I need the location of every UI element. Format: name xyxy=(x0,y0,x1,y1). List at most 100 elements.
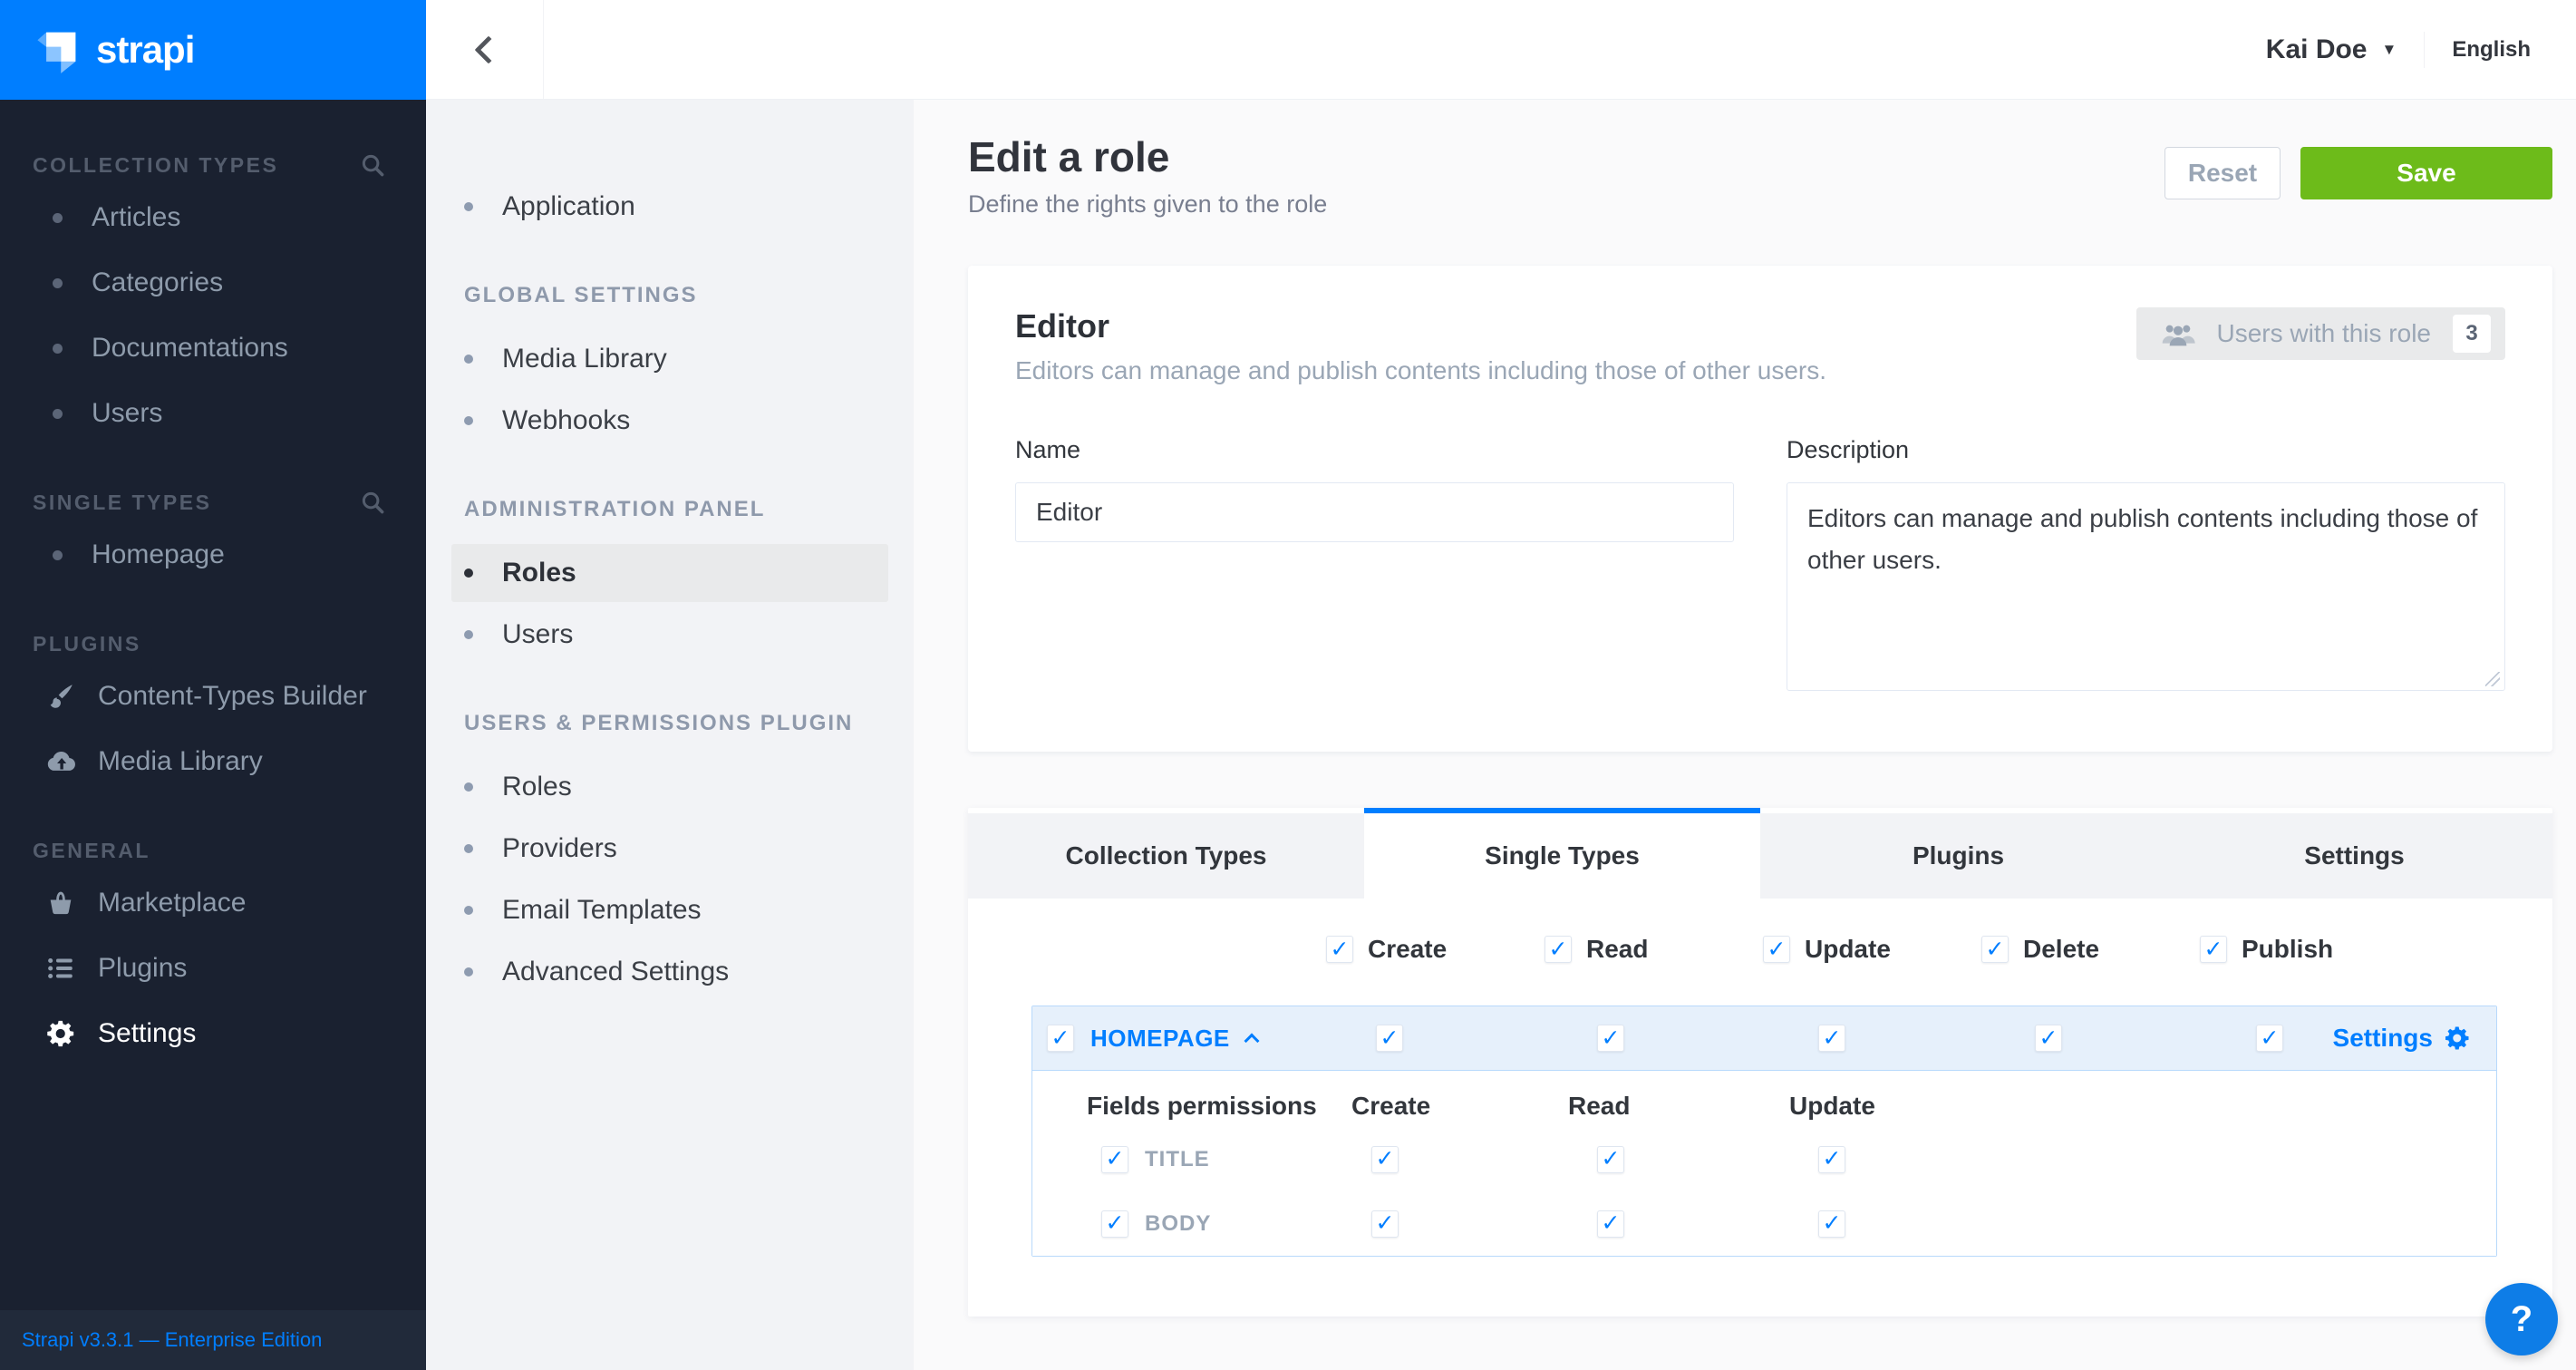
fields-table-header: Fields permissions Create Read Update xyxy=(1032,1085,2496,1127)
brand-name: strapi xyxy=(96,28,194,72)
strapi-logo-icon xyxy=(33,24,83,75)
description-textarea[interactable]: Editors can manage and publish contents … xyxy=(1787,482,2505,691)
settings-item-application[interactable]: Application xyxy=(451,178,888,236)
settings-item-roles[interactable]: Roles xyxy=(451,544,888,602)
chevron-up-icon[interactable] xyxy=(1244,1034,1259,1049)
homepage-create-checkbox[interactable] xyxy=(1376,1025,1403,1052)
sidebar-item-content-types-builder[interactable]: Content-Types Builder xyxy=(0,664,426,729)
homepage-read-checkbox[interactable] xyxy=(1597,1025,1624,1052)
sidebar-item-users[interactable]: Users xyxy=(0,381,426,446)
settings-item-label: Application xyxy=(502,191,635,222)
bullet-icon xyxy=(53,278,63,288)
sidebar-item-plugins[interactable]: Plugins xyxy=(0,936,426,1001)
update-header: Update xyxy=(1789,1092,1875,1121)
settings-item-up-roles[interactable]: Roles xyxy=(451,758,888,816)
gear-icon xyxy=(2444,1025,2471,1052)
cloud-upload-icon xyxy=(45,746,76,777)
title-update-checkbox[interactable] xyxy=(1818,1146,1845,1173)
update-checkbox[interactable] xyxy=(1763,936,1790,963)
name-field-group: Name xyxy=(1015,436,1734,695)
nav-section-general: GENERAL Marketplace Plugins Settings xyxy=(0,831,426,1066)
name-input[interactable] xyxy=(1015,482,1734,542)
chevron-down-icon: ▼ xyxy=(2382,41,2397,59)
search-icon[interactable] xyxy=(359,489,386,516)
content-row: Application GLOBAL SETTINGS Media Librar… xyxy=(426,100,2576,1370)
body-read-checkbox[interactable] xyxy=(1597,1210,1624,1238)
user-menu[interactable]: Kai Doe ▼ xyxy=(2266,34,2397,65)
tab-plugins[interactable]: Plugins xyxy=(1760,813,2156,899)
section-title: COLLECTION TYPES xyxy=(33,153,278,178)
topbar: Kai Doe ▼ English xyxy=(426,0,2576,100)
settings-item-label: Users xyxy=(502,619,573,650)
body-update-checkbox[interactable] xyxy=(1818,1210,1845,1238)
settings-item-media-library[interactable]: Media Library xyxy=(451,330,888,388)
users-count-badge: 3 xyxy=(2453,315,2491,353)
title-create-checkbox[interactable] xyxy=(1371,1146,1399,1173)
checkbox-label: Delete xyxy=(2023,935,2099,964)
body-field-checkbox[interactable] xyxy=(1101,1210,1128,1238)
sidebar-item-articles[interactable]: Articles xyxy=(0,185,426,250)
sidebar-item-marketplace[interactable]: Marketplace xyxy=(0,870,426,936)
settings-item-advanced-settings[interactable]: Advanced Settings xyxy=(451,943,888,1001)
main-content: Edit a role Define the rights given to t… xyxy=(914,100,2576,1370)
tab-settings[interactable]: Settings xyxy=(2156,813,2552,899)
delete-checkbox[interactable] xyxy=(1981,936,2009,963)
field-name: TITLE xyxy=(1145,1147,1210,1172)
sidebar-item-media-library[interactable]: Media Library xyxy=(0,729,426,794)
body-create-checkbox[interactable] xyxy=(1371,1210,1399,1238)
reset-button[interactable]: Reset xyxy=(2164,147,2281,199)
homepage-row: HOMEPAGE Settings xyxy=(1032,1006,2496,1071)
section-title: GENERAL xyxy=(33,839,150,863)
title-read-checkbox[interactable] xyxy=(1597,1146,1624,1173)
header-actions: Reset Save xyxy=(2164,147,2552,199)
field-name: BODY xyxy=(1145,1211,1211,1237)
title-field-checkbox[interactable] xyxy=(1101,1146,1128,1173)
version-link[interactable]: Strapi v3.3.1 — Enterprise Edition xyxy=(22,1328,322,1351)
users-with-role-button[interactable]: Users with this role 3 xyxy=(2136,307,2505,360)
sidebar-item-documentations[interactable]: Documentations xyxy=(0,316,426,381)
homepage-delete-checkbox[interactable] xyxy=(2035,1025,2062,1052)
settings-section-users-permissions: USERS & PERMISSIONS PLUGIN xyxy=(426,711,914,736)
sidebar-item-categories[interactable]: Categories xyxy=(0,250,426,316)
tab-single-types[interactable]: Single Types xyxy=(1364,808,1760,899)
fields-permissions-table: Fields permissions Create Read Update TI… xyxy=(1032,1071,2496,1256)
action-update: Update xyxy=(1763,935,1981,964)
table-row-body: BODY xyxy=(1032,1191,2496,1256)
sidebar-item-settings[interactable]: Settings xyxy=(0,1001,426,1066)
description-label: Description xyxy=(1787,436,2505,464)
homepage-settings-link[interactable]: Settings xyxy=(2333,1024,2471,1053)
resize-handle[interactable] xyxy=(2485,672,2500,686)
role-title: Editor xyxy=(1015,307,1826,345)
bullet-icon xyxy=(464,202,473,211)
homepage-publish-checkbox[interactable] xyxy=(2256,1025,2283,1052)
page-header: Edit a role Define the rights given to t… xyxy=(968,132,2552,219)
sidebar-item-homepage[interactable]: Homepage xyxy=(0,522,426,588)
settings-item-providers[interactable]: Providers xyxy=(451,820,888,878)
homepage-checkbox[interactable] xyxy=(1047,1025,1074,1052)
sidebar-item-label: Marketplace xyxy=(98,888,246,918)
sidebar-item-label: Users xyxy=(92,398,162,429)
sidebar-item-label: Categories xyxy=(92,267,223,298)
sidebar-item-label: Homepage xyxy=(92,539,225,570)
help-button[interactable]: ? xyxy=(2485,1283,2558,1355)
settings-item-users[interactable]: Users xyxy=(451,606,888,664)
search-icon[interactable] xyxy=(359,151,386,179)
language-switcher[interactable]: English xyxy=(2452,37,2531,63)
publish-checkbox[interactable] xyxy=(2200,936,2227,963)
settings-item-email-templates[interactable]: Email Templates xyxy=(451,881,888,939)
tab-collection-types[interactable]: Collection Types xyxy=(968,813,1364,899)
back-button[interactable] xyxy=(426,0,544,99)
nav-section-collection-types: COLLECTION TYPES Articles Categories Doc… xyxy=(0,145,426,446)
read-checkbox[interactable] xyxy=(1545,936,1572,963)
bullet-icon xyxy=(464,630,473,639)
save-button[interactable]: Save xyxy=(2300,147,2552,199)
permissions-tabs: Collection Types Single Types Plugins Se… xyxy=(968,808,2552,899)
strapi-logo[interactable]: strapi xyxy=(0,0,426,100)
homepage-label[interactable]: HOMEPAGE xyxy=(1090,1025,1230,1053)
settings-item-webhooks[interactable]: Webhooks xyxy=(451,392,888,450)
homepage-update-checkbox[interactable] xyxy=(1818,1025,1845,1052)
create-checkbox[interactable] xyxy=(1326,936,1353,963)
settings-item-label: Media Library xyxy=(502,344,667,374)
bullet-icon xyxy=(464,782,473,792)
settings-item-label: Providers xyxy=(502,833,617,864)
